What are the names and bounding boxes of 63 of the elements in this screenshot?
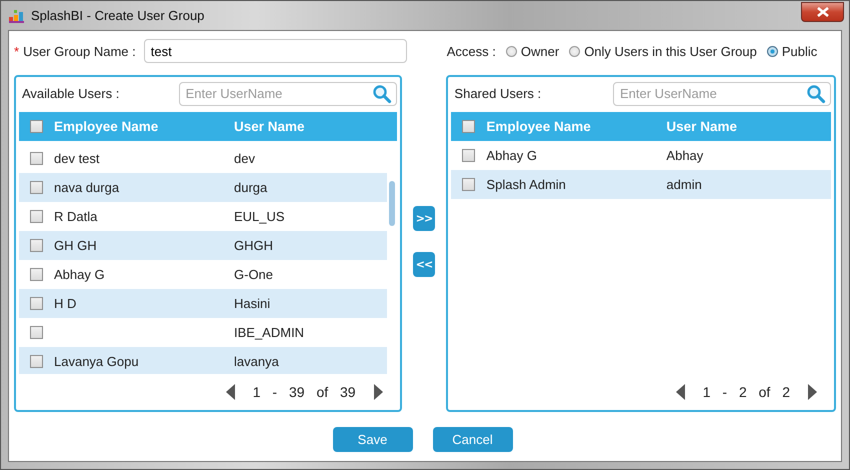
- close-icon[interactable]: [816, 6, 828, 16]
- checkbox[interactable]: [462, 178, 476, 192]
- radio-option[interactable]: Owner: [506, 44, 560, 58]
- radio-icon[interactable]: [766, 46, 778, 56]
- table-cell: durga: [234, 180, 268, 196]
- panel-label: Shared Users :: [454, 86, 542, 102]
- table-cell: Abhay G: [486, 148, 538, 164]
- panel-label: Available Users :: [22, 86, 120, 102]
- checkbox[interactable]: [30, 181, 43, 194]
- table-cell: admin: [666, 177, 702, 192]
- app-logo-icon: [8, 8, 25, 22]
- field-label: * User Group Name :: [14, 44, 136, 58]
- checkbox[interactable]: [462, 149, 476, 162]
- previous-page-icon[interactable]: [676, 384, 685, 400]
- radio-label: Owner: [520, 44, 560, 58]
- table-cell: Lavanya Gopu: [54, 354, 139, 370]
- access-label: Access :: [446, 44, 496, 58]
- table-cell: R Datla: [54, 209, 98, 224]
- checkbox[interactable]: [30, 152, 43, 166]
- page-range: 1 - 2 of 2: [702, 384, 790, 400]
- checkbox[interactable]: [30, 297, 43, 310]
- table-cell: Abhay G: [54, 267, 105, 282]
- checkbox[interactable]: [30, 268, 43, 282]
- checkbox[interactable]: [30, 120, 43, 133]
- table-cell: IBE_ADMIN: [234, 325, 304, 340]
- search-icon[interactable]: [806, 84, 826, 104]
- table-cell: EUL_US: [234, 209, 285, 224]
- table-row[interactable]: H D Hasini: [19, 289, 387, 318]
- table-row[interactable]: nava durga durga: [19, 173, 387, 202]
- radio-icon[interactable]: [506, 46, 517, 56]
- previous-page-icon[interactable]: [226, 384, 235, 400]
- table-row[interactable]: Lavanya Gopu lavanya: [19, 347, 387, 374]
- scrollbar-thumb[interactable]: [388, 181, 395, 226]
- close-button[interactable]: [801, 2, 844, 22]
- table-cell: G-One: [234, 267, 274, 282]
- checkbox[interactable]: [30, 210, 43, 224]
- search-field[interactable]: Enter UserName: [178, 82, 397, 106]
- table-cell: dev test: [54, 151, 100, 166]
- search-icon[interactable]: [372, 84, 392, 104]
- table-cell: H D: [54, 296, 76, 312]
- checkbox[interactable]: [462, 120, 476, 133]
- search-field[interactable]: Enter UserName: [613, 82, 831, 106]
- group-name-field[interactable]: test: [144, 39, 407, 63]
- table-row[interactable]: GH GH GHGH: [19, 231, 387, 260]
- next-page-icon[interactable]: [374, 384, 383, 400]
- checkbox[interactable]: [30, 355, 43, 368]
- window-title: SplashBI - Create User Group: [31, 8, 204, 23]
- table-cell: GHGH: [234, 238, 273, 254]
- table-row[interactable]: Splash Admin admin: [451, 170, 831, 200]
- table-cell: Hasini: [234, 296, 270, 312]
- table-cell: GH GH: [54, 238, 97, 254]
- radio-label: Public: [782, 44, 818, 58]
- checkbox[interactable]: [30, 326, 43, 340]
- table-cell: lavanya: [234, 354, 279, 370]
- table-cell: dev: [234, 151, 255, 166]
- radio-option[interactable]: Public: [766, 44, 818, 58]
- radio-icon[interactable]: [569, 46, 580, 56]
- table-cell: Splash Admin: [486, 177, 566, 192]
- checkbox[interactable]: [30, 239, 43, 252]
- next-page-icon[interactable]: [808, 384, 817, 400]
- table-cell: nava durga: [54, 180, 120, 196]
- page-range: 1 - 39 of 39: [252, 384, 356, 400]
- table-cell: Abhay: [666, 148, 704, 164]
